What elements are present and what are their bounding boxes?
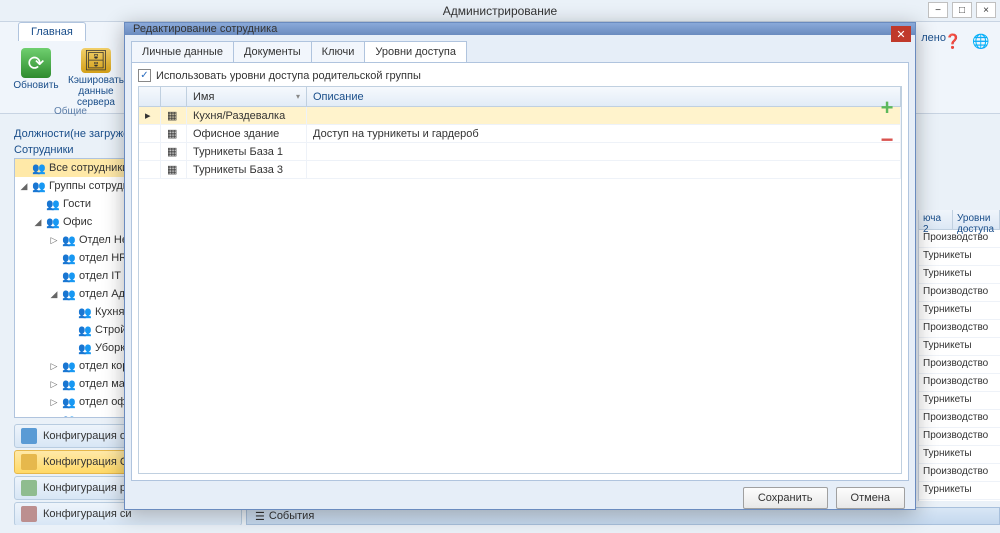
table-row[interactable]: ▸▦Кухня/Раздевалка xyxy=(139,107,901,125)
cancel-button[interactable]: Отмена xyxy=(836,487,905,509)
table-row[interactable]: ▦Турникеты База 3 xyxy=(139,161,901,179)
refresh-button[interactable]: ⟳ Обновить xyxy=(8,46,64,109)
table-row[interactable]: Турникеты xyxy=(919,338,1000,356)
list-icon: ☰ xyxy=(255,510,265,523)
globe-icon[interactable]: 🌐 xyxy=(970,30,992,52)
grid-col-icon[interactable] xyxy=(161,87,187,106)
table-row[interactable]: Производство xyxy=(919,320,1000,338)
dialog-tab[interactable]: Личные данные xyxy=(131,41,234,62)
cache-button[interactable]: 🗄 Кэшировать данные сервера xyxy=(68,46,124,109)
ribbon-tab-main[interactable]: Главная xyxy=(18,22,86,41)
window-title: Администрирование xyxy=(443,4,557,18)
save-button[interactable]: Сохранить xyxy=(743,487,828,509)
dialog-titlebar: Редактирование сотрудника ✕ xyxy=(125,23,915,35)
table-row[interactable]: Турникеты xyxy=(919,266,1000,284)
table-row[interactable]: Турникеты xyxy=(919,482,1000,500)
dialog-body: ✓ Использовать уровни доступа родительск… xyxy=(131,62,909,481)
table-row[interactable]: Производство xyxy=(919,410,1000,428)
dialog-close-button[interactable]: ✕ xyxy=(891,26,911,42)
grid-col-marker[interactable] xyxy=(139,87,161,106)
close-button[interactable]: × xyxy=(976,2,996,18)
table-row[interactable]: Производство xyxy=(919,230,1000,248)
restore-button[interactable]: □ xyxy=(952,2,972,18)
table-row[interactable]: Турникеты xyxy=(919,248,1000,266)
grid-col-desc[interactable]: Описание xyxy=(307,87,901,106)
events-label: События xyxy=(269,510,314,522)
cache-label: Кэшировать данные сервера xyxy=(68,75,124,108)
right-grid: юча 2 Уровни доступа ПроизводствоТурнике… xyxy=(918,210,1000,501)
table-row[interactable]: Турникеты xyxy=(919,392,1000,410)
dialog-tab[interactable]: Документы xyxy=(233,41,312,62)
table-row[interactable]: Производство xyxy=(919,428,1000,446)
table-row[interactable]: Производство xyxy=(919,284,1000,302)
dialog-footer: Сохранить Отмена xyxy=(125,487,915,509)
table-row[interactable]: ▦Офисное зданиеДоступ на турникеты и гар… xyxy=(139,125,901,143)
grid-col-key2[interactable]: юча 2 xyxy=(919,210,953,229)
refresh-label: Обновить xyxy=(13,80,58,91)
table-row[interactable]: ▦Турникеты База 1 xyxy=(139,143,901,161)
use-parent-levels-label: Использовать уровни доступа родительской… xyxy=(156,70,421,82)
dialog-tab[interactable]: Уровни доступа xyxy=(364,41,467,62)
ribbon-group-label: Общие xyxy=(54,106,87,117)
add-level-button[interactable]: + xyxy=(876,97,898,119)
window-titlebar: Администрирование − □ × xyxy=(0,0,1000,22)
table-row[interactable]: Производство xyxy=(919,356,1000,374)
table-row[interactable]: Турникеты xyxy=(919,446,1000,464)
grid-col-name[interactable]: Имя▾ xyxy=(187,87,307,106)
refresh-icon: ⟳ xyxy=(21,48,51,78)
table-row[interactable]: Производство xyxy=(919,464,1000,482)
checkbox-icon[interactable]: ✓ xyxy=(138,69,151,82)
table-row[interactable]: Производство xyxy=(919,374,1000,392)
table-row[interactable]: Турникеты xyxy=(919,302,1000,320)
statusbar xyxy=(0,525,1000,533)
use-parent-levels-row[interactable]: ✓ Использовать уровни доступа родительск… xyxy=(138,69,902,82)
grid-col-levels[interactable]: Уровни доступа xyxy=(953,210,1000,229)
dialog-title: Редактирование сотрудника xyxy=(133,23,277,35)
remove-level-button[interactable]: − xyxy=(876,129,898,151)
dialog-tab[interactable]: Ключи xyxy=(311,41,366,62)
dialog-tabs: Личные данныеДокументыКлючиУровни доступ… xyxy=(125,35,915,62)
database-icon: 🗄 xyxy=(81,48,111,73)
access-levels-grid: Имя▾ Описание ▸▦Кухня/Раздевалка▦Офисное… xyxy=(138,86,902,474)
table-row[interactable]: Производство xyxy=(919,500,1000,501)
minimize-button[interactable]: − xyxy=(928,2,948,18)
edit-employee-dialog: Редактирование сотрудника ✕ Личные данны… xyxy=(124,22,916,510)
help-icon[interactable]: ❓ xyxy=(942,30,964,52)
